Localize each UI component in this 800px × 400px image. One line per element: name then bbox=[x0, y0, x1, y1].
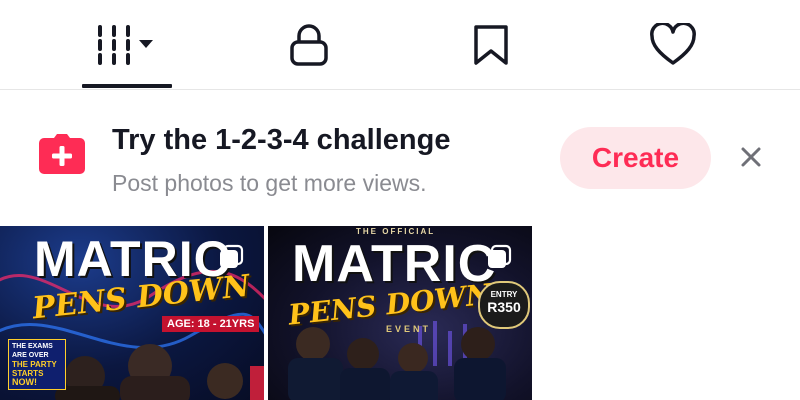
challenge-subtitle: Post photos to get more views. bbox=[112, 170, 427, 196]
multiple-photos-icon bbox=[488, 244, 512, 268]
photo-post-thumbnail[interactable]: THE OFFICIAL MATRIC PENS DOWN EVENT ENTR… bbox=[268, 226, 532, 400]
side-note: THE EXAMS ARE OVER THE PARTY STARTS NOW! bbox=[8, 339, 66, 390]
photo-post-thumbnail[interactable]: MATRIC PENS DOWN AGE: 18 - 21YRS THE EXA… bbox=[0, 226, 264, 400]
grid-bars-icon bbox=[98, 24, 153, 65]
chevron-down-icon bbox=[139, 39, 153, 48]
create-button[interactable]: Create bbox=[560, 127, 711, 189]
lock-icon bbox=[290, 23, 328, 66]
age-tag: AGE: 18 - 21YRS bbox=[162, 316, 260, 332]
bookmark-icon bbox=[474, 24, 508, 65]
profile-tab-bar bbox=[0, 0, 800, 90]
active-tab-indicator bbox=[82, 84, 172, 88]
heart-icon bbox=[650, 22, 696, 65]
tab-saved[interactable] bbox=[436, 0, 546, 89]
entry-price-badge: ENTRY R350 bbox=[478, 281, 530, 329]
tab-videos[interactable] bbox=[72, 0, 182, 89]
camera-plus-icon bbox=[38, 132, 86, 176]
close-icon[interactable] bbox=[736, 142, 766, 172]
multiple-photos-icon bbox=[220, 244, 244, 268]
challenge-title: Try the 1-2-3-4 challenge bbox=[112, 124, 451, 156]
tab-liked[interactable] bbox=[618, 0, 728, 89]
poster-event-label: EVENT bbox=[386, 324, 432, 334]
challenge-banner: Try the 1-2-3-4 challenge Post photos to… bbox=[0, 90, 800, 226]
tab-private[interactable] bbox=[254, 0, 364, 89]
